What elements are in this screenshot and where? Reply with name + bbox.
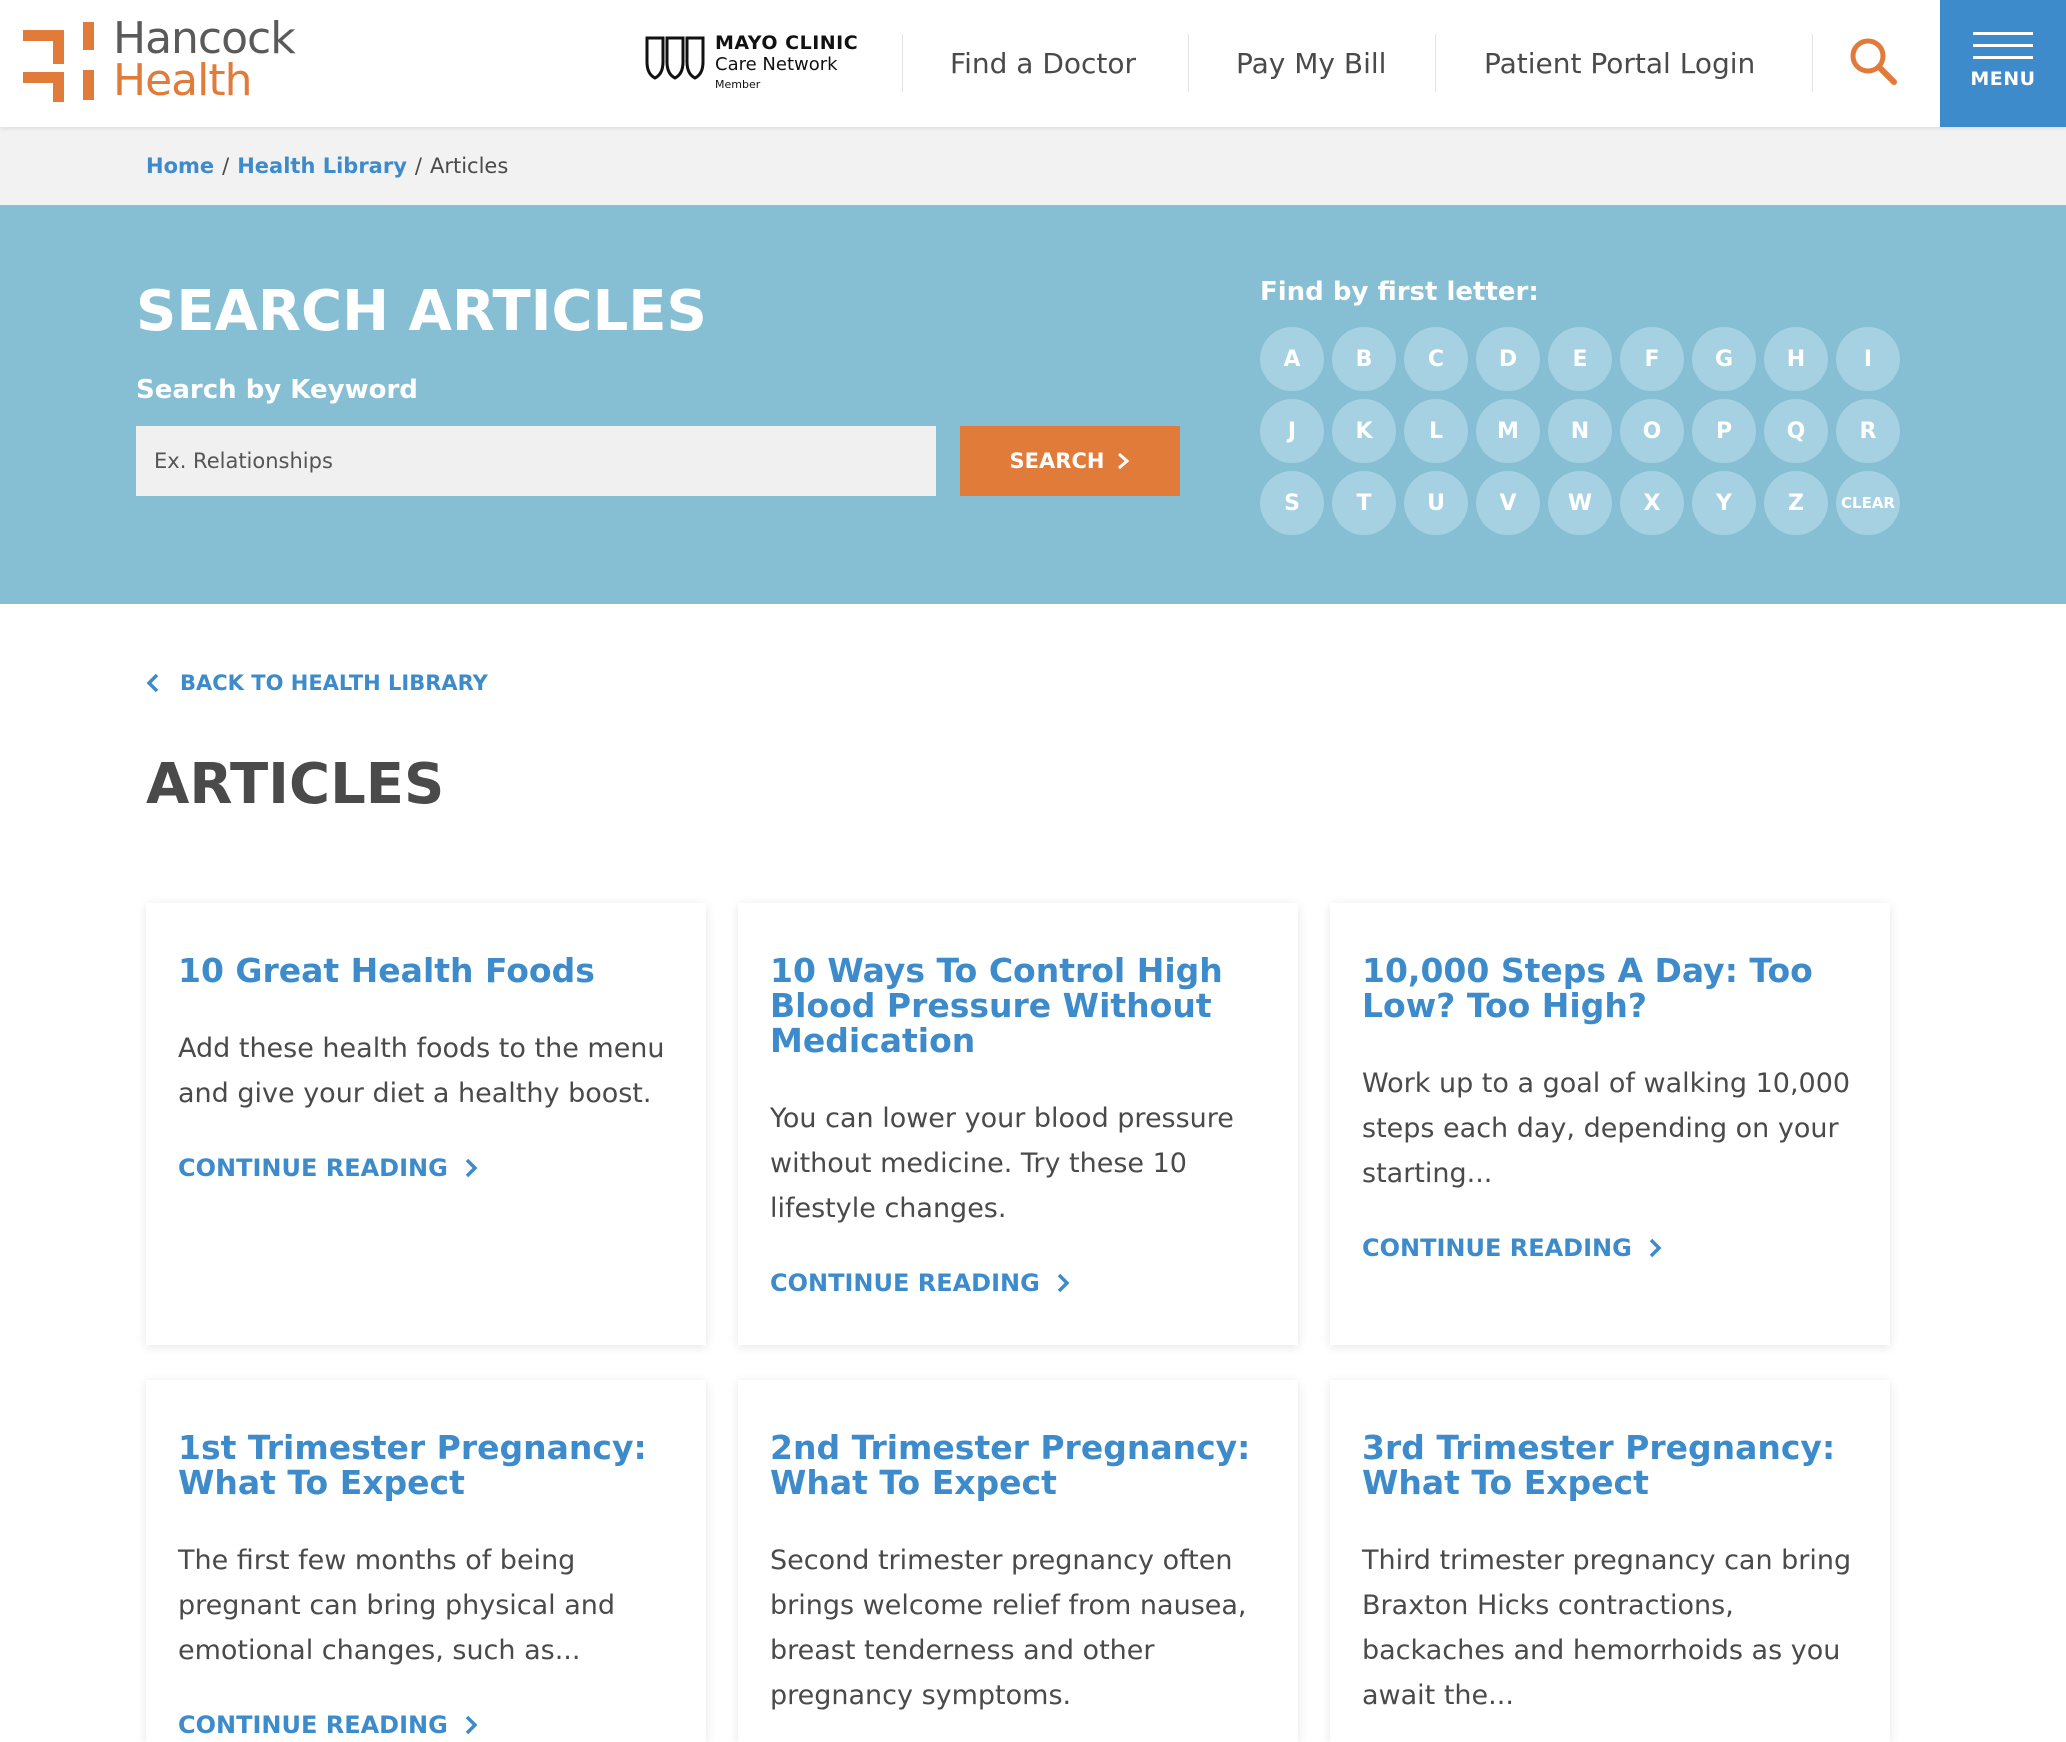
article-card[interactable]: 1st Trimester Pregnancy: What To Expect …: [146, 1380, 706, 1742]
nav-divider: [902, 34, 903, 92]
letter-filter-t[interactable]: T: [1332, 471, 1396, 535]
chevron-right-icon: [465, 1158, 478, 1178]
back-to-library-link[interactable]: BACK TO HEALTH LIBRARY: [146, 671, 488, 695]
mayo-title: MAYO CLINIC: [715, 32, 859, 54]
chevron-right-icon: [1118, 452, 1130, 470]
article-description: Add these health foods to the menu and g…: [178, 1033, 665, 1109]
hamburger-icon: [1973, 32, 2033, 68]
breadcrumb-home[interactable]: Home: [146, 154, 214, 178]
nav-divider: [1812, 34, 1813, 92]
letter-filter-l[interactable]: L: [1404, 399, 1468, 463]
letter-filter-p[interactable]: P: [1692, 399, 1756, 463]
continue-reading-label: CONTINUE READING: [178, 1154, 448, 1182]
nav-pay-bill[interactable]: Pay My Bill: [1236, 0, 1386, 127]
breadcrumb-current: Articles: [429, 154, 509, 178]
article-description: Second trimester pregnancy often brings …: [770, 1545, 1247, 1711]
mayo-member: Member: [715, 78, 761, 91]
letter-filter-grid: A B C D E F G H I J K L M N O P Q R S T U V W X Y Z CLEAR: [1260, 327, 1910, 535]
continue-reading-label: CONTINUE READING: [1362, 1234, 1632, 1262]
breadcrumb-separator: /: [222, 154, 230, 178]
letter-filter-k[interactable]: K: [1332, 399, 1396, 463]
letter-filter-f[interactable]: F: [1620, 327, 1684, 391]
letter-filter-s[interactable]: S: [1260, 471, 1324, 535]
article-title[interactable]: 1st Trimester Pregnancy: What To Expect: [178, 1430, 674, 1500]
search-title: SEARCH ARTICLES: [136, 279, 707, 344]
continue-reading-link[interactable]: CONTINUE READING: [178, 1711, 674, 1739]
article-description: The first few months of being pregnant c…: [178, 1545, 616, 1666]
letter-filter-u[interactable]: U: [1404, 471, 1468, 535]
nav-patient-portal[interactable]: Patient Portal Login: [1484, 0, 1755, 127]
letter-filter-x[interactable]: X: [1620, 471, 1684, 535]
continue-reading-link[interactable]: CONTINUE READING: [770, 1269, 1266, 1297]
search-keyword-label: Search by Keyword: [136, 375, 418, 405]
continue-reading-label: CONTINUE READING: [770, 1269, 1040, 1297]
article-card[interactable]: 2nd Trimester Pregnancy: What To Expect …: [738, 1380, 1298, 1742]
letter-filter-q[interactable]: Q: [1764, 399, 1828, 463]
nav-divider: [1435, 34, 1436, 92]
letter-filter-d[interactable]: D: [1476, 327, 1540, 391]
hancock-health-logo[interactable]: Hancock Health: [23, 13, 323, 106]
article-description: Work up to a goal of walking 10,000 step…: [1362, 1068, 1851, 1189]
letter-filter-y[interactable]: Y: [1692, 471, 1756, 535]
continue-reading-label: CONTINUE READING: [178, 1711, 448, 1739]
site-header: Hancock Health MAYO CLINIC Care Network …: [0, 0, 2066, 127]
letter-filter-b[interactable]: B: [1332, 327, 1396, 391]
article-card[interactable]: 10,000 Steps A Day: Too Low? Too High? W…: [1330, 903, 1890, 1345]
find-by-letter-label: Find by first letter:: [1260, 277, 1539, 307]
letter-filter-e[interactable]: E: [1548, 327, 1612, 391]
letter-filter-w[interactable]: W: [1548, 471, 1612, 535]
letter-filter-j[interactable]: J: [1260, 399, 1324, 463]
article-title[interactable]: 10 Ways To Control High Blood Pressure W…: [770, 953, 1266, 1058]
letter-filter-i[interactable]: I: [1836, 327, 1900, 391]
mayo-clinic-badge[interactable]: MAYO CLINIC Care Network Member: [643, 30, 858, 96]
chevron-left-icon: [146, 673, 159, 693]
letter-filter-n[interactable]: N: [1548, 399, 1612, 463]
letter-filter-v[interactable]: V: [1476, 471, 1540, 535]
article-card[interactable]: 3rd Trimester Pregnancy: What To Expect …: [1330, 1380, 1890, 1742]
breadcrumb-separator: /: [414, 154, 422, 178]
page-title: ARTICLES: [146, 752, 445, 817]
breadcrumb-bar: Home / Health Library / Articles: [0, 127, 2066, 205]
letter-filter-m[interactable]: M: [1476, 399, 1540, 463]
article-card[interactable]: 10 Ways To Control High Blood Pressure W…: [738, 903, 1298, 1345]
search-button[interactable]: SEARCH: [960, 426, 1180, 496]
letter-filter-h[interactable]: H: [1764, 327, 1828, 391]
letter-filter-clear[interactable]: CLEAR: [1836, 471, 1900, 535]
chevron-right-icon: [1649, 1238, 1662, 1258]
continue-reading-link[interactable]: CONTINUE READING: [178, 1154, 674, 1182]
search-button-label: SEARCH: [1009, 449, 1105, 473]
search-articles-panel: SEARCH ARTICLES Search by Keyword SEARCH…: [0, 205, 2066, 604]
mayo-shield-icon: [645, 36, 705, 80]
mayo-subtitle: Care Network: [715, 54, 838, 75]
header-search-icon[interactable]: [1848, 36, 1900, 88]
article-card[interactable]: 10 Great Health Foods Add these health f…: [146, 903, 706, 1345]
logo-cross-icon: [23, 20, 99, 104]
letter-filter-c[interactable]: C: [1404, 327, 1468, 391]
letter-filter-r[interactable]: R: [1836, 399, 1900, 463]
nav-find-doctor[interactable]: Find a Doctor: [950, 0, 1136, 127]
letter-filter-g[interactable]: G: [1692, 327, 1756, 391]
article-description: Third trimester pregnancy can bring Brax…: [1362, 1545, 1852, 1711]
article-title[interactable]: 3rd Trimester Pregnancy: What To Expect: [1362, 1430, 1858, 1500]
letter-filter-a[interactable]: A: [1260, 327, 1324, 391]
article-description: You can lower your blood pressure withou…: [770, 1103, 1234, 1224]
continue-reading-link[interactable]: CONTINUE READING: [1362, 1234, 1858, 1262]
menu-button[interactable]: MENU: [1940, 0, 2066, 127]
article-title[interactable]: 10,000 Steps A Day: Too Low? Too High?: [1362, 953, 1858, 1023]
breadcrumb: Home / Health Library / Articles: [146, 154, 508, 178]
article-title[interactable]: 10 Great Health Foods: [178, 953, 674, 988]
nav-divider: [1188, 34, 1189, 92]
letter-filter-o[interactable]: O: [1620, 399, 1684, 463]
letter-filter-z[interactable]: Z: [1764, 471, 1828, 535]
logo-text-hancock: Hancock: [113, 13, 296, 64]
chevron-right-icon: [1057, 1273, 1070, 1293]
chevron-right-icon: [465, 1715, 478, 1735]
logo-text-health: Health: [113, 55, 252, 106]
article-title[interactable]: 2nd Trimester Pregnancy: What To Expect: [770, 1430, 1266, 1500]
breadcrumb-health-library[interactable]: Health Library: [237, 154, 407, 178]
back-link-label: BACK TO HEALTH LIBRARY: [180, 671, 488, 695]
menu-label: MENU: [1970, 68, 2036, 90]
keyword-search-input[interactable]: [136, 426, 936, 496]
